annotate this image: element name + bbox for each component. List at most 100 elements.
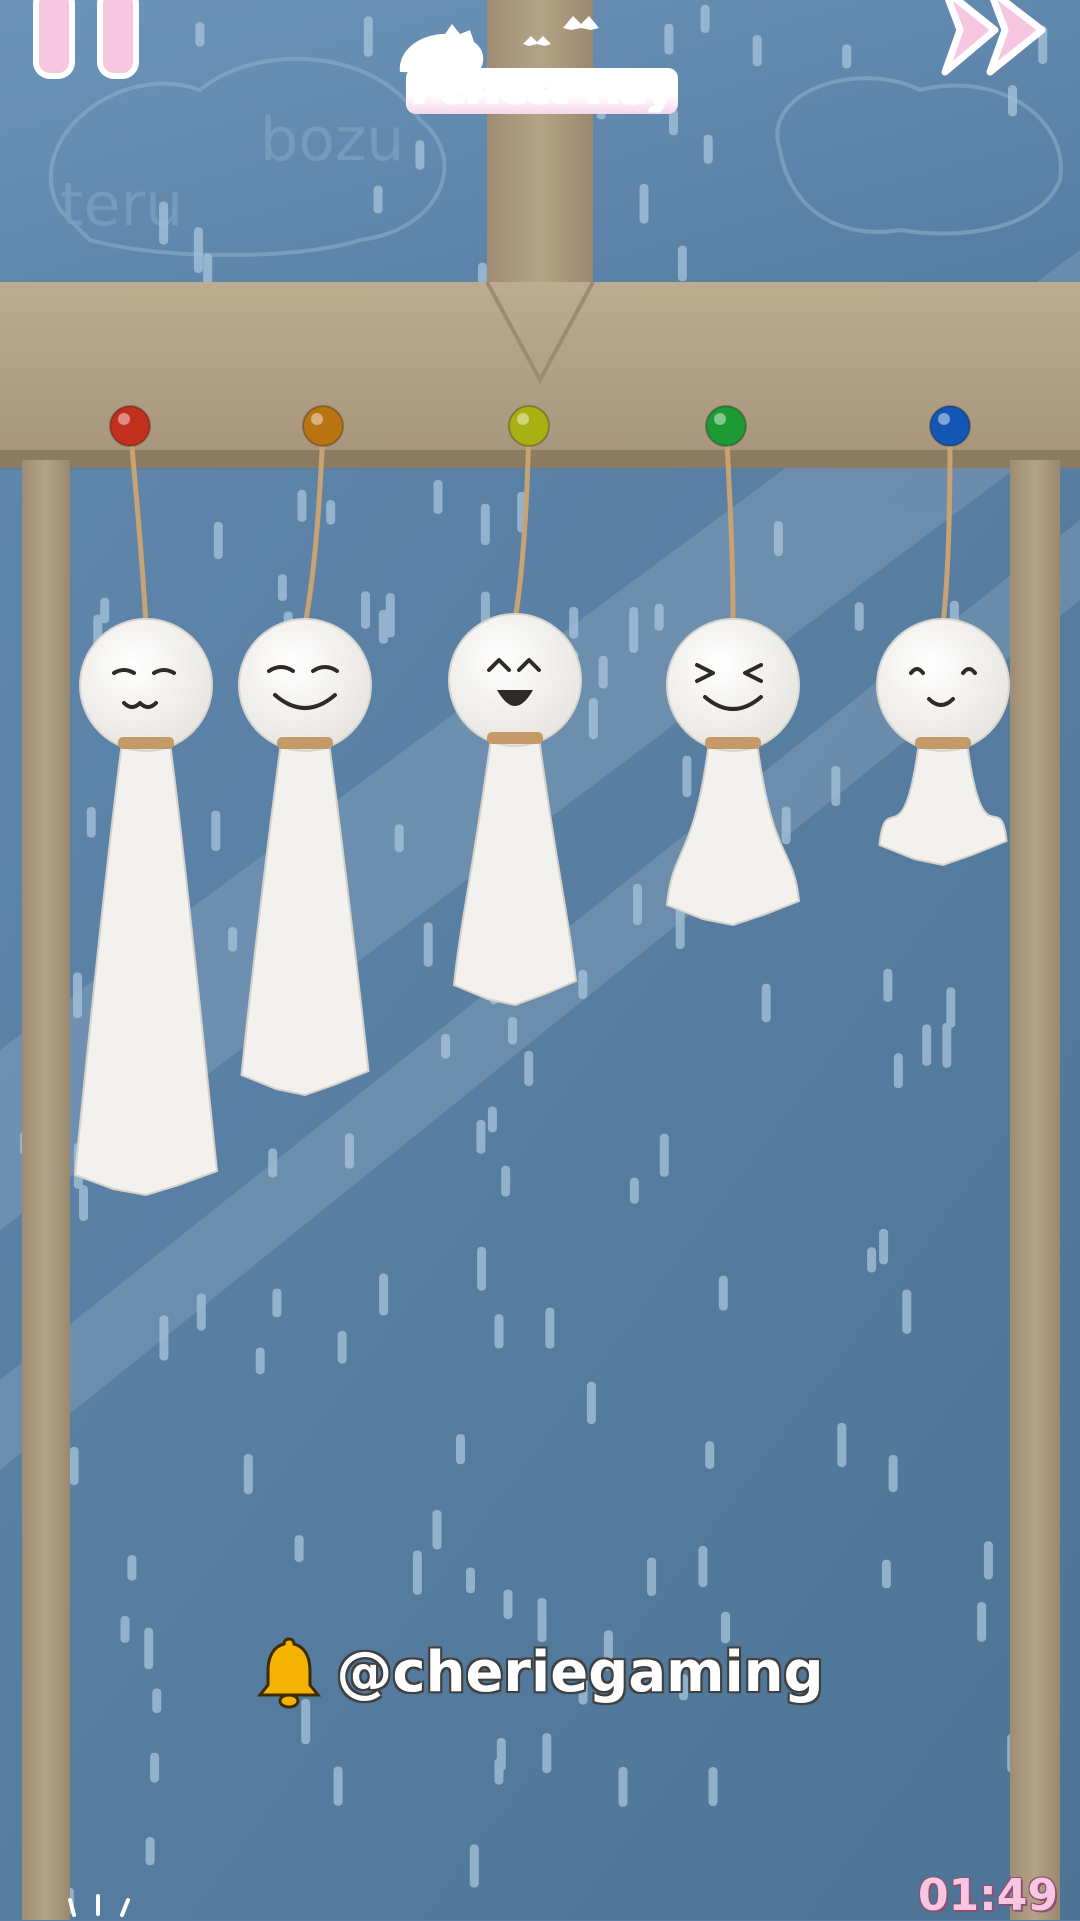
raindrop: [150, 1752, 160, 1783]
doll-neck-tie: [118, 737, 174, 749]
channel-watermark: @cheriegaming: [0, 1635, 1080, 1713]
bell-icon: [257, 1637, 322, 1709]
raindrop: [718, 1275, 728, 1311]
game-title: Perfect Tidy: [406, 68, 678, 114]
game-logo: Perfect Tidy: [400, 18, 685, 118]
doll-head: [238, 618, 372, 752]
raindrop: [698, 1545, 708, 1588]
raindrop: [363, 16, 373, 57]
raindrop: [700, 4, 710, 33]
raindrop: [842, 44, 852, 69]
raindrop: [569, 606, 579, 639]
beam-shadow: [0, 450, 1080, 468]
doll-head: [666, 618, 800, 752]
raindrop: [494, 1758, 504, 1785]
raindrop: [373, 185, 383, 214]
raindrop: [677, 245, 687, 282]
raindrop: [854, 602, 864, 631]
raindrop: [508, 1017, 517, 1045]
raindrop: [503, 1589, 513, 1620]
raindrop: [703, 134, 713, 164]
doll-neck-tie: [277, 737, 333, 749]
raindrop: [578, 969, 588, 999]
raindrop: [73, 972, 82, 1018]
raindrop: [477, 1246, 487, 1291]
raindrop: [633, 883, 642, 926]
raindrop: [213, 521, 223, 560]
raindrop: [639, 184, 649, 224]
level-timer: 01:49: [917, 1870, 1058, 1921]
raindrop: [361, 591, 370, 629]
raindrop: [196, 1293, 206, 1331]
doll-neck-tie: [487, 732, 543, 744]
push-pin-highlight: [938, 413, 950, 425]
push-pin[interactable]: [929, 405, 971, 447]
raindrop: [243, 1454, 253, 1495]
raindrop: [902, 1289, 912, 1334]
raindrop: [394, 824, 404, 853]
raindrop: [618, 1766, 628, 1807]
raindrop: [86, 807, 96, 838]
raindrop: [598, 655, 608, 689]
raindrop: [708, 1767, 718, 1806]
raindrop: [195, 22, 205, 47]
raindrop: [466, 1567, 475, 1594]
raindrop: [654, 603, 664, 631]
raindrop: [326, 500, 336, 525]
raindrop: [228, 927, 238, 952]
raindrop: [781, 806, 791, 845]
skip-hitbox[interactable]: [935, 0, 1050, 80]
raindrop: [412, 1550, 422, 1595]
raindrop: [456, 1434, 465, 1465]
push-pin[interactable]: [109, 405, 151, 447]
raindrop: [946, 987, 956, 1028]
raindrop: [333, 1766, 343, 1806]
raindrop: [480, 503, 490, 546]
raindrop: [831, 766, 841, 806]
raindrop: [524, 1050, 534, 1087]
raindrop: [415, 140, 425, 170]
raindrop: [542, 1733, 552, 1773]
raindrop: [893, 1053, 903, 1089]
doll-head: [79, 618, 213, 752]
raindrop: [378, 610, 388, 644]
raindrop: [432, 1510, 442, 1550]
raindrop: [272, 1288, 282, 1318]
raindrop: [629, 607, 639, 653]
push-pin[interactable]: [302, 405, 344, 447]
raindrop: [423, 922, 433, 967]
raindrop: [379, 1273, 389, 1316]
raindrop: [942, 1022, 952, 1068]
raindrop: [545, 1307, 555, 1349]
push-pin-highlight: [311, 413, 323, 425]
raindrop: [159, 1315, 169, 1361]
raindrop: [501, 1165, 511, 1197]
raindrop: [268, 1148, 278, 1178]
raindrop: [682, 755, 692, 798]
push-pin-highlight: [517, 413, 529, 425]
raindrop: [476, 1120, 486, 1154]
raindrop: [883, 968, 893, 1002]
raindrop: [69, 1446, 79, 1486]
doll-head: [448, 613, 582, 747]
raindrop: [881, 1559, 891, 1589]
raindrop: [629, 1177, 639, 1204]
raindrop: [659, 1133, 669, 1177]
raindrop: [752, 35, 762, 67]
doll-head: [876, 618, 1010, 752]
raindrop: [705, 1441, 715, 1469]
push-pin[interactable]: [705, 405, 747, 447]
raindrop: [193, 227, 203, 274]
raindrop: [277, 574, 287, 601]
pause-hitbox[interactable]: [32, 0, 142, 80]
push-pin-highlight: [118, 413, 130, 425]
raindrop: [879, 1228, 889, 1265]
raindrop: [494, 1314, 504, 1349]
raindrop: [344, 1133, 354, 1169]
raindrop: [469, 1844, 479, 1888]
raindrop: [1008, 85, 1017, 117]
raindrop: [211, 810, 221, 851]
raindrop: [487, 1106, 497, 1133]
push-pin[interactable]: [508, 405, 550, 447]
raindrop: [441, 1033, 451, 1059]
